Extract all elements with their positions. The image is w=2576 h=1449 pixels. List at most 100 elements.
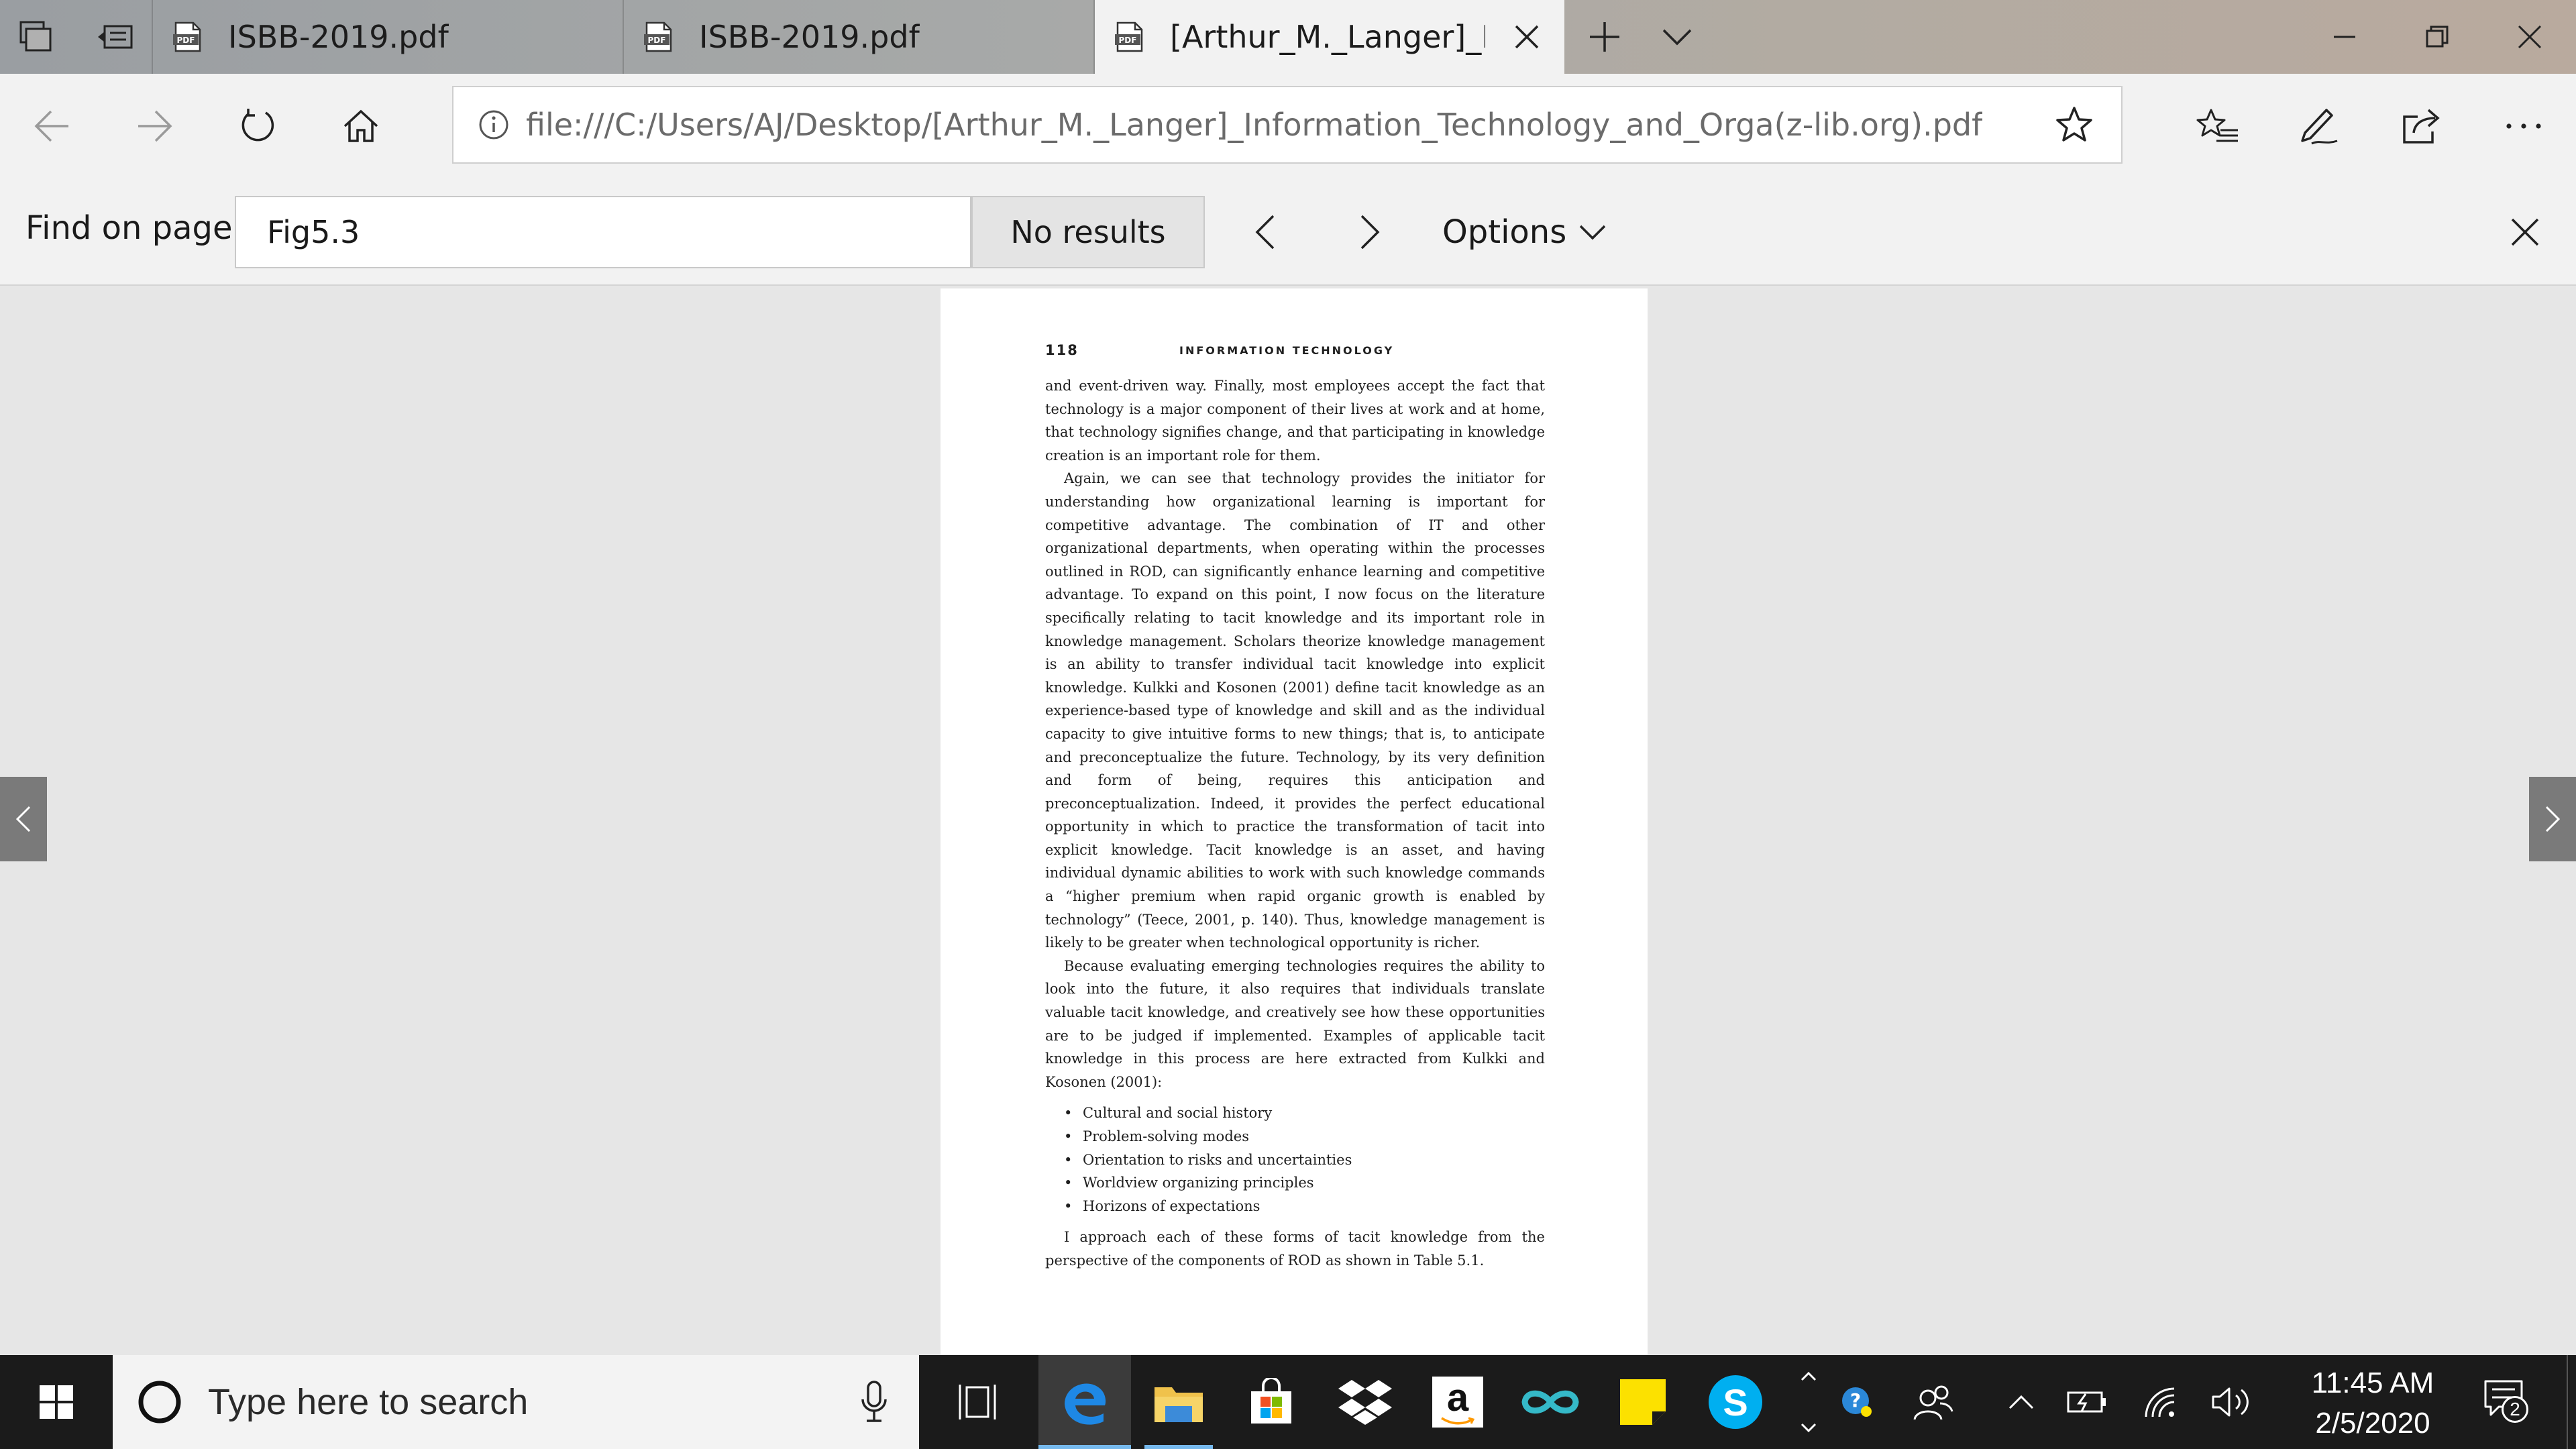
chevron-right-icon xyxy=(2545,806,2561,833)
microsoft-store-button[interactable] xyxy=(1225,1355,1318,1449)
edge-taskbar-button[interactable] xyxy=(1038,1355,1131,1449)
find-on-page-bar: Find on page Fig5.3 No results Options xyxy=(0,180,2576,286)
skype-icon: S xyxy=(1709,1375,1762,1429)
url-text[interactable]: file:///C:/Users/AJ/Desktop/[Arthur_M._L… xyxy=(526,107,1982,143)
favorite-button[interactable] xyxy=(2055,106,2093,144)
arrow-right-icon xyxy=(138,110,172,142)
new-tab-button[interactable] xyxy=(1572,0,1637,74)
back-button[interactable] xyxy=(20,94,85,158)
folder-icon xyxy=(1155,1387,1203,1422)
svg-text:?: ? xyxy=(1850,1389,1861,1411)
task-view-icon xyxy=(959,1385,996,1419)
find-next-button[interactable] xyxy=(1338,200,1402,264)
paragraph: Again, we can see that technology provid… xyxy=(1045,470,1545,951)
chevron-right-icon xyxy=(1360,215,1380,250)
amazon-glyph: a xyxy=(1446,1376,1469,1419)
sticky-notes-button[interactable] xyxy=(1597,1355,1689,1449)
taskbar-scroll-button[interactable] xyxy=(1788,1355,1829,1449)
close-find-bar-button[interactable] xyxy=(2493,200,2557,264)
network-button[interactable] xyxy=(2131,1355,2191,1449)
share-button[interactable] xyxy=(2390,94,2454,158)
home-icon xyxy=(343,109,378,142)
chevron-left-icon xyxy=(15,806,31,833)
task-view-button[interactable] xyxy=(931,1355,1024,1449)
show-tabs-aside-button[interactable] xyxy=(79,0,150,74)
forward-button[interactable] xyxy=(122,94,186,158)
skype-button[interactable]: S xyxy=(1689,1355,1782,1449)
refresh-icon xyxy=(241,109,274,142)
find-options-button[interactable]: Options xyxy=(1442,199,1607,266)
notifications-icon: 2 xyxy=(2483,1379,2530,1426)
find-results-text: No results xyxy=(1010,214,1166,250)
speaker-icon xyxy=(2212,1387,2249,1417)
pdf-page: 118 INFORMATION TECHNOLOGY and event-dri… xyxy=(941,288,1648,1355)
tab-arthur-langer-active[interactable]: PDF [Arthur_M._Langer]_Infc xyxy=(1095,0,1564,74)
people-button[interactable] xyxy=(1905,1355,1962,1449)
close-icon xyxy=(1515,25,1539,49)
home-button[interactable] xyxy=(329,94,393,158)
arrow-left-icon xyxy=(34,110,68,142)
tab-preview-button[interactable] xyxy=(1645,0,1709,74)
list-item: Orientation to risks and uncertainties xyxy=(1064,1148,1545,1172)
info-icon[interactable] xyxy=(478,109,510,141)
svg-text:PDF: PDF xyxy=(1119,36,1137,45)
pdf-viewer[interactable]: 118 INFORMATION TECHNOLOGY and event-dri… xyxy=(0,286,2576,1355)
clock-time: 11:45 AM xyxy=(2311,1366,2434,1399)
tabs-aside-button[interactable] xyxy=(0,0,71,74)
taskbar: Type here to search a S ? 11:45 AM 2/5/2… xyxy=(0,1355,2576,1449)
start-button[interactable] xyxy=(0,1355,113,1449)
taskbar-search-box[interactable]: Type here to search xyxy=(113,1355,919,1449)
tabs-restore-icon xyxy=(98,25,133,49)
next-page-button[interactable] xyxy=(2529,777,2576,861)
wifi-icon xyxy=(2145,1387,2175,1417)
restore-icon xyxy=(2426,25,2449,48)
file-explorer-button[interactable] xyxy=(1132,1355,1225,1449)
minimize-button[interactable] xyxy=(2308,0,2381,74)
address-bar[interactable]: file:///C:/Users/AJ/Desktop/[Arthur_M._L… xyxy=(452,86,2123,164)
find-results-count: No results xyxy=(971,196,1205,268)
edge-icon xyxy=(1065,1383,1106,1425)
favorites-button[interactable] xyxy=(2186,94,2250,158)
svg-text:PDF: PDF xyxy=(177,36,195,45)
infinity-app-button[interactable] xyxy=(1504,1355,1597,1449)
clock[interactable]: 11:45 AM 2/5/2020 xyxy=(2282,1363,2463,1444)
show-desktop-button[interactable] xyxy=(2567,1355,2576,1449)
tab-title: ISBB-2019.pdf xyxy=(699,19,920,55)
restore-button[interactable] xyxy=(2400,0,2474,74)
close-tab-button[interactable] xyxy=(1508,18,1546,56)
settings-more-button[interactable] xyxy=(2491,94,2556,158)
favorites-list-icon xyxy=(2196,109,2238,142)
svg-text:PDF: PDF xyxy=(648,36,666,45)
help-tray-button[interactable]: ? xyxy=(1829,1355,1885,1449)
show-hidden-icons-button[interactable] xyxy=(1999,1355,2043,1449)
amazon-smile-icon xyxy=(1441,1417,1475,1425)
chevron-left-icon xyxy=(1255,215,1275,250)
list-item: Horizons of expectations xyxy=(1064,1195,1545,1218)
battery-button[interactable] xyxy=(2057,1355,2117,1449)
bullet-list: Cultural and social history Problem-solv… xyxy=(1064,1102,1545,1218)
tab-title: ISBB-2019.pdf xyxy=(228,19,449,55)
volume-button[interactable] xyxy=(2202,1355,2262,1449)
find-previous-button[interactable] xyxy=(1233,200,1297,264)
plus-icon xyxy=(1590,22,1619,52)
tab-isbb-2019-second[interactable]: PDF ISBB-2019.pdf xyxy=(624,0,1095,74)
refresh-button[interactable] xyxy=(225,94,290,158)
voice-search-button[interactable] xyxy=(860,1381,888,1424)
list-item: Cultural and social history xyxy=(1064,1102,1545,1125)
pdf-icon: PDF xyxy=(173,21,201,52)
close-window-button[interactable] xyxy=(2493,0,2567,74)
minimize-icon xyxy=(2334,36,2355,38)
pdf-icon: PDF xyxy=(1115,21,1143,52)
dropbox-button[interactable] xyxy=(1319,1355,1411,1449)
notification-count: 2 xyxy=(2510,1399,2520,1419)
chevron-down-icon xyxy=(1662,29,1692,46)
scroll-arrows-icon xyxy=(1801,1371,1817,1433)
tab-isbb-2019-first[interactable]: PDF ISBB-2019.pdf xyxy=(152,0,624,74)
cortana-icon xyxy=(138,1381,181,1424)
action-center-button[interactable]: 2 xyxy=(2473,1355,2540,1449)
find-input[interactable]: Fig5.3 xyxy=(235,196,971,268)
previous-page-button[interactable] xyxy=(0,777,47,861)
amazon-button[interactable]: a xyxy=(1411,1355,1504,1449)
page-header: 118 INFORMATION TECHNOLOGY xyxy=(1045,342,1545,362)
web-notes-button[interactable] xyxy=(2288,94,2352,158)
